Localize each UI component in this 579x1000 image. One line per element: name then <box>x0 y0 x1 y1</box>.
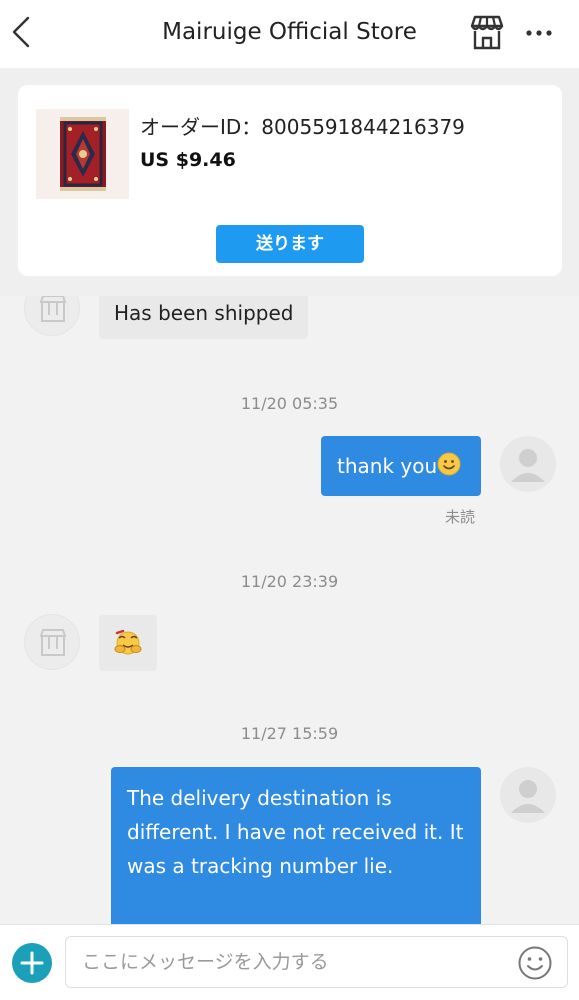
message-bubble-store-emoji[interactable] <box>99 615 157 671</box>
message-timestamp: 11/20 05:35 <box>240 394 339 413</box>
page-title: Mairuige Official Store <box>162 19 417 45</box>
store-avatar[interactable] <box>24 614 80 670</box>
hugging-face-icon <box>114 629 142 655</box>
message-list[interactable]: オーダーID：8005591844216379 US $9.46 送ります Ha… <box>0 68 579 924</box>
storefront-icon <box>470 15 504 50</box>
person-icon <box>511 449 545 482</box>
person-icon <box>511 780 545 813</box>
plus-icon <box>20 951 44 975</box>
add-attachment-button[interactable] <box>12 943 52 983</box>
message-bubble-user[interactable]: thank you <box>321 436 481 496</box>
ellipsis-icon <box>526 30 552 36</box>
order-card[interactable]: オーダーID：8005591844216379 US $9.46 送ります <box>18 85 562 276</box>
back-button[interactable] <box>8 14 38 50</box>
order-price: US $9.46 <box>140 149 236 171</box>
message-timestamp: 11/27 15:59 <box>240 724 339 743</box>
product-thumbnail[interactable] <box>36 109 129 199</box>
order-id: オーダーID：8005591844216379 <box>140 115 465 139</box>
user-avatar[interactable] <box>500 436 556 492</box>
smiley-icon <box>518 946 552 980</box>
rug-product-image <box>60 117 106 191</box>
storefront-icon <box>39 629 67 656</box>
message-text: thank you <box>337 454 438 478</box>
chat-header: Mairuige Official Store <box>0 0 579 68</box>
more-options-button[interactable] <box>522 18 556 48</box>
smiling-face-icon <box>437 452 461 476</box>
user-avatar[interactable] <box>500 767 556 823</box>
message-input[interactable] <box>65 936 568 988</box>
unread-status: 未読 <box>445 508 476 526</box>
chevron-left-icon <box>12 16 30 48</box>
ship-button[interactable]: 送ります <box>216 225 364 263</box>
message-timestamp: 11/20 23:39 <box>240 572 339 591</box>
store-button[interactable] <box>467 14 507 52</box>
message-input-bar <box>0 924 579 1000</box>
emoji-button[interactable] <box>517 945 553 981</box>
message-bubble-user[interactable]: The delivery destination is different. I… <box>111 767 481 924</box>
